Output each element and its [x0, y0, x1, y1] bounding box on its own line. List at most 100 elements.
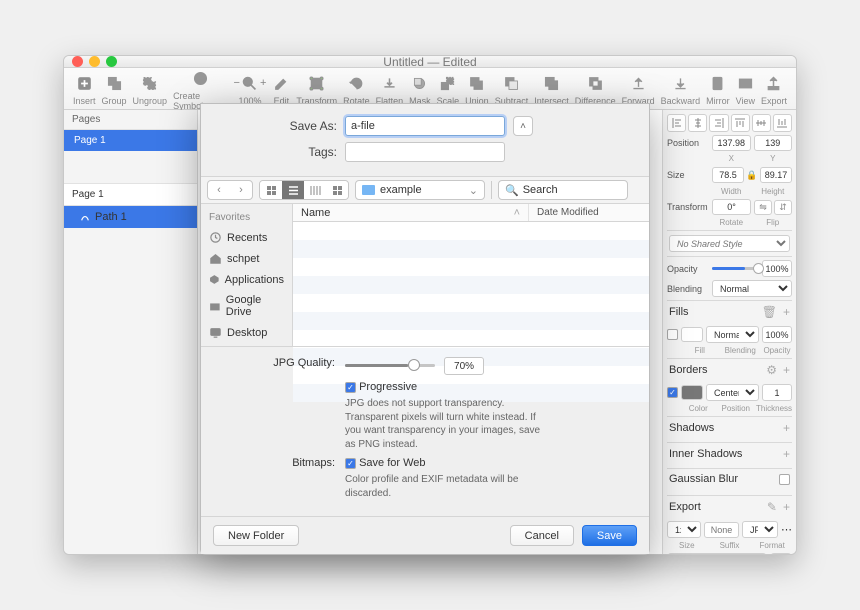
export-knife[interactable]: ✎ [767, 500, 777, 514]
border-settings[interactable]: ⚙ [766, 363, 777, 377]
jpg-note: JPG does not support transparency. Trans… [345, 397, 545, 451]
remove-fill[interactable]: 🗑 [762, 305, 777, 319]
mirror-icon[interactable] [709, 74, 727, 92]
add-fill[interactable]: + [783, 305, 790, 319]
share-button[interactable] [770, 553, 792, 555]
add-export[interactable]: + [783, 500, 790, 514]
location-select[interactable]: example⌄ [355, 180, 485, 200]
save-button[interactable]: Save [582, 525, 637, 546]
align-hcenter[interactable] [688, 114, 707, 132]
left-panel: Pages Page 1 Page 1 Path 1 [64, 110, 198, 555]
fill-swatch[interactable] [681, 327, 703, 342]
lock-icon[interactable]: 🔒 [747, 166, 757, 184]
subtract-icon[interactable] [502, 74, 520, 92]
export-icon[interactable] [765, 74, 783, 92]
symbol-icon[interactable] [191, 69, 209, 87]
file-list: Name ˄Date Modified [293, 204, 649, 346]
flatten-icon[interactable] [380, 74, 398, 92]
height-input[interactable] [760, 167, 792, 183]
fill-blend[interactable]: Normal [706, 326, 759, 343]
titlebar: Untitled — Edited [64, 56, 796, 68]
sb-desktop[interactable]: Desktop [201, 322, 292, 343]
jpg-quality-input[interactable] [444, 357, 484, 375]
opacity-input[interactable] [762, 260, 792, 277]
export-more[interactable]: ⋯ [781, 523, 792, 536]
add-border[interactable]: + [783, 363, 790, 377]
align-left[interactable] [667, 114, 686, 132]
collapse-button[interactable]: ˄ [513, 116, 533, 136]
border-swatch[interactable] [681, 385, 703, 400]
mask-icon[interactable] [411, 74, 429, 92]
opacity-slider[interactable] [712, 267, 759, 270]
intersect-icon[interactable] [542, 74, 560, 92]
view-gallery[interactable] [326, 181, 348, 199]
sb-home[interactable]: schpet [201, 248, 292, 269]
align-vcenter[interactable] [752, 114, 771, 132]
view-icons[interactable] [260, 181, 282, 199]
nav-back[interactable]: ‹ [208, 181, 230, 199]
scale-icon[interactable] [439, 74, 457, 92]
pos-x-input[interactable] [712, 135, 751, 151]
page-item[interactable]: Page 1 [64, 130, 197, 151]
save-as-label: Save As: [215, 119, 345, 133]
tags-input[interactable] [345, 142, 505, 162]
forward-icon[interactable] [629, 74, 647, 92]
jpg-quality-slider[interactable] [345, 364, 435, 367]
filter-input[interactable] [69, 554, 192, 555]
sb-gdrive[interactable]: Google Drive [201, 290, 292, 322]
search-field[interactable]: 🔍Search [498, 180, 628, 200]
add-shadow[interactable]: + [783, 421, 790, 435]
edit-icon[interactable] [272, 74, 290, 92]
add-inner-shadow[interactable]: + [783, 447, 790, 461]
align-bottom[interactable] [773, 114, 792, 132]
shared-style-select[interactable]: No Shared Style [669, 235, 790, 252]
fill-opacity[interactable] [762, 326, 792, 343]
width-input[interactable] [712, 167, 744, 183]
layer-header[interactable]: Page 1 [64, 183, 197, 206]
browser-toolbar: ‹› example⌄ 🔍Search [201, 176, 649, 204]
export-suffix[interactable] [704, 522, 739, 538]
transform-icon[interactable] [308, 74, 326, 92]
sb-applications[interactable]: Applications [201, 269, 292, 290]
pos-y-input[interactable] [754, 135, 793, 151]
export-format[interactable]: JPG [742, 521, 778, 538]
cancel-button[interactable]: Cancel [510, 525, 574, 546]
ungroup-icon[interactable] [141, 74, 159, 92]
zoom-icon[interactable] [241, 74, 259, 92]
backward-icon[interactable] [671, 74, 689, 92]
view-list[interactable] [282, 181, 304, 199]
border-check[interactable]: ✓ [667, 387, 678, 398]
tags-label: Tags: [215, 145, 345, 159]
blur-check[interactable] [779, 474, 790, 485]
export-button[interactable]: Export Path 1 [667, 553, 767, 555]
border-width[interactable] [762, 384, 792, 401]
insert-icon[interactable] [75, 74, 93, 92]
bitmap-note: Color profile and EXIF metadata will be … [345, 473, 545, 500]
group-icon[interactable] [105, 74, 123, 92]
save-dialog: Save As:˄ Tags: ‹› example⌄ 🔍Search Favo… [200, 103, 650, 555]
align-right[interactable] [709, 114, 728, 132]
rotate-icon[interactable] [347, 74, 365, 92]
sb-recents[interactable]: Recents [201, 227, 292, 248]
filename-input[interactable] [345, 116, 505, 136]
union-icon[interactable] [468, 74, 486, 92]
export-scale[interactable]: 1x [667, 521, 701, 538]
col-name[interactable]: Name ˄ [293, 204, 529, 221]
col-date[interactable]: Date Modified [529, 204, 649, 221]
align-top[interactable] [731, 114, 750, 132]
difference-icon[interactable] [586, 74, 604, 92]
flip-h[interactable]: ⇋ [754, 200, 772, 215]
fill-check[interactable] [667, 329, 678, 340]
view-columns[interactable] [304, 181, 326, 199]
progressive-check[interactable]: ✓ [345, 382, 356, 393]
layer-item[interactable]: Path 1 [64, 206, 197, 228]
new-folder-button[interactable]: New Folder [213, 525, 299, 546]
rotate-input[interactable] [712, 199, 751, 215]
saveweb-check[interactable]: ✓ [345, 458, 356, 469]
border-pos[interactable]: Center [706, 384, 759, 401]
window-title: Untitled — Edited [64, 55, 796, 69]
nav-forward[interactable]: › [230, 181, 252, 199]
blend-select[interactable]: Normal [712, 280, 792, 297]
flip-v[interactable]: ⇵ [774, 200, 792, 215]
view-icon[interactable] [736, 74, 754, 92]
